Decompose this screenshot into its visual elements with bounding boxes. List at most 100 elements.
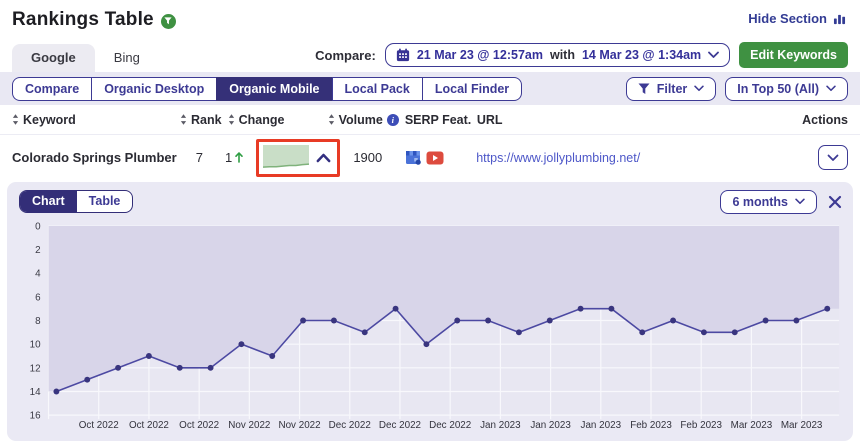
- compare-controls: Compare: 21 Mar 23 @ 12:57am with 14 Mar…: [315, 42, 848, 72]
- video-icon: [426, 151, 444, 165]
- svg-text:Nov 2022: Nov 2022: [228, 420, 270, 431]
- serp-feature-icons: [404, 150, 444, 165]
- toggle-table[interactable]: Table: [77, 191, 133, 212]
- actions-cell: [796, 145, 848, 170]
- svg-text:Mar 2023: Mar 2023: [781, 420, 823, 431]
- svg-text:8: 8: [35, 316, 41, 327]
- top-rank-filter-dropdown[interactable]: In Top 50 (All): [725, 77, 848, 101]
- svg-text:Oct 2022: Oct 2022: [79, 420, 119, 431]
- search-engine-tabs: Google Bing: [12, 44, 159, 72]
- tab-bing[interactable]: Bing: [95, 44, 159, 72]
- bar-chart-icon: [833, 13, 846, 25]
- volume-value: 1900: [353, 150, 398, 165]
- svg-text:Feb 2023: Feb 2023: [630, 420, 672, 431]
- range-label: 6 months: [732, 195, 788, 209]
- google-business-profile-icon: [405, 150, 422, 165]
- filter-right-controls: Filter In Top 50 (All): [626, 77, 848, 101]
- rankings-table-page: Rankings Table Hide Section Google Bing …: [0, 0, 860, 445]
- row-actions-dropdown-button[interactable]: [818, 145, 848, 170]
- svg-text:6: 6: [35, 292, 41, 303]
- svg-text:10: 10: [30, 340, 41, 351]
- range-dropdown-button[interactable]: 6 months: [720, 190, 817, 214]
- top-rank-filter-label: In Top 50 (All): [737, 82, 819, 96]
- svg-text:0: 0: [35, 221, 41, 232]
- hide-section-link[interactable]: Hide Section: [748, 11, 846, 26]
- svg-text:16: 16: [30, 411, 41, 422]
- column-header-rank[interactable]: Rank: [180, 113, 222, 127]
- serp-features-cell: [398, 150, 476, 165]
- segment-organic-mobile[interactable]: Organic Mobile: [216, 77, 331, 101]
- compare-date-from: 21 Mar 23 @ 12:57am: [417, 48, 543, 62]
- column-header-change[interactable]: Change: [222, 113, 328, 127]
- chevron-up-icon[interactable]: [316, 153, 331, 163]
- page-title: Rankings Table: [12, 9, 154, 31]
- svg-text:Dec 2022: Dec 2022: [429, 420, 471, 431]
- chevron-down-icon: [826, 85, 836, 92]
- change-cell: 1: [214, 139, 340, 177]
- tabs-and-compare-band: Google Bing Compare: 21 Mar 23 @ 12:57am…: [0, 40, 860, 72]
- rank-type-segmented-control: Compare Organic Desktop Organic Mobile L…: [12, 77, 522, 101]
- chevron-down-icon: [795, 198, 805, 205]
- segment-local-pack[interactable]: Local Pack: [332, 77, 422, 101]
- keyword-cell: Colorado Springs Plumber: [12, 150, 180, 165]
- keyword-name: Colorado Springs Plumber: [12, 150, 177, 165]
- result-url-link[interactable]: https://www.jollyplumbing.net/: [476, 151, 640, 165]
- segment-organic-desktop[interactable]: Organic Desktop: [91, 77, 216, 101]
- change-value: 1: [225, 150, 232, 165]
- svg-text:2: 2: [35, 245, 40, 256]
- hide-section-label: Hide Section: [748, 11, 827, 26]
- highlight-box: [256, 139, 340, 177]
- segment-compare[interactable]: Compare: [12, 77, 91, 101]
- sort-icon[interactable]: [328, 114, 335, 125]
- url-cell: https://www.jollyplumbing.net/: [476, 151, 796, 165]
- title-row: Rankings Table: [12, 9, 176, 31]
- toggle-chart[interactable]: Chart: [20, 191, 77, 212]
- svg-text:Nov 2022: Nov 2022: [278, 420, 320, 431]
- chevron-down-icon: [708, 51, 719, 59]
- info-icon[interactable]: i: [387, 114, 399, 126]
- edit-keywords-button[interactable]: Edit Keywords: [739, 42, 848, 68]
- svg-text:Dec 2022: Dec 2022: [329, 420, 371, 431]
- chart-table-toggle: Chart Table: [19, 190, 133, 213]
- column-header-volume[interactable]: Volume i: [328, 113, 399, 127]
- svg-text:Jan 2023: Jan 2023: [480, 420, 521, 431]
- filter-button-label: Filter: [657, 82, 688, 96]
- chevron-down-icon: [827, 154, 839, 162]
- sort-icon[interactable]: [228, 114, 235, 125]
- filter-dropdown-button[interactable]: Filter: [626, 77, 717, 101]
- chart-range-controls: 6 months: [720, 190, 842, 214]
- filter-strip: Compare Organic Desktop Organic Mobile L…: [0, 72, 860, 105]
- funnel-badge-icon: [161, 14, 176, 29]
- close-icon[interactable]: [828, 195, 842, 209]
- funnel-icon: [638, 83, 650, 95]
- table-header-row: Keyword Rank Change Volume i SERP Feat. …: [0, 105, 860, 135]
- tab-google[interactable]: Google: [12, 44, 95, 72]
- compare-date-to: 14 Mar 23 @ 1:34am: [582, 48, 701, 62]
- chart-header: Chart Table 6 months: [15, 189, 845, 214]
- sort-icon[interactable]: [12, 114, 19, 125]
- column-header-serp-features: SERP Feat.: [399, 113, 477, 127]
- compare-date-range-dropdown[interactable]: 21 Mar 23 @ 12:57am with 14 Mar 23 @ 1:3…: [385, 43, 730, 67]
- svg-text:14: 14: [30, 387, 41, 398]
- calendar-icon: [396, 48, 410, 62]
- compare-label: Compare:: [315, 48, 376, 63]
- table-row: Colorado Springs Plumber 7 1 1900: [0, 135, 860, 180]
- sort-icon[interactable]: [180, 114, 187, 125]
- svg-text:12: 12: [30, 363, 41, 374]
- column-header-url: URL: [477, 113, 796, 127]
- rank-value: 7: [196, 150, 214, 165]
- segment-local-finder[interactable]: Local Finder: [422, 77, 522, 101]
- svg-text:Oct 2022: Oct 2022: [129, 420, 169, 431]
- arrow-up-icon: [235, 152, 243, 163]
- svg-text:Jan 2023: Jan 2023: [530, 420, 571, 431]
- chart-section: Chart Table 6 months 0 2 4 6 8 10 12 14 16 Oct 20…: [7, 182, 853, 441]
- svg-text:4: 4: [35, 269, 41, 280]
- change-value-wrap: 1: [220, 150, 243, 165]
- volume-cell: 1900: [340, 150, 398, 165]
- column-header-keyword[interactable]: Keyword: [12, 113, 180, 127]
- rank-history-chart: 0246810121416Oct 2022Oct 2022Oct 2022Nov…: [15, 218, 845, 433]
- svg-text:Mar 2023: Mar 2023: [731, 420, 773, 431]
- top-bar: Rankings Table Hide Section: [0, 0, 860, 40]
- rank-sparkline[interactable]: [263, 145, 309, 171]
- compare-with-label: with: [550, 48, 575, 62]
